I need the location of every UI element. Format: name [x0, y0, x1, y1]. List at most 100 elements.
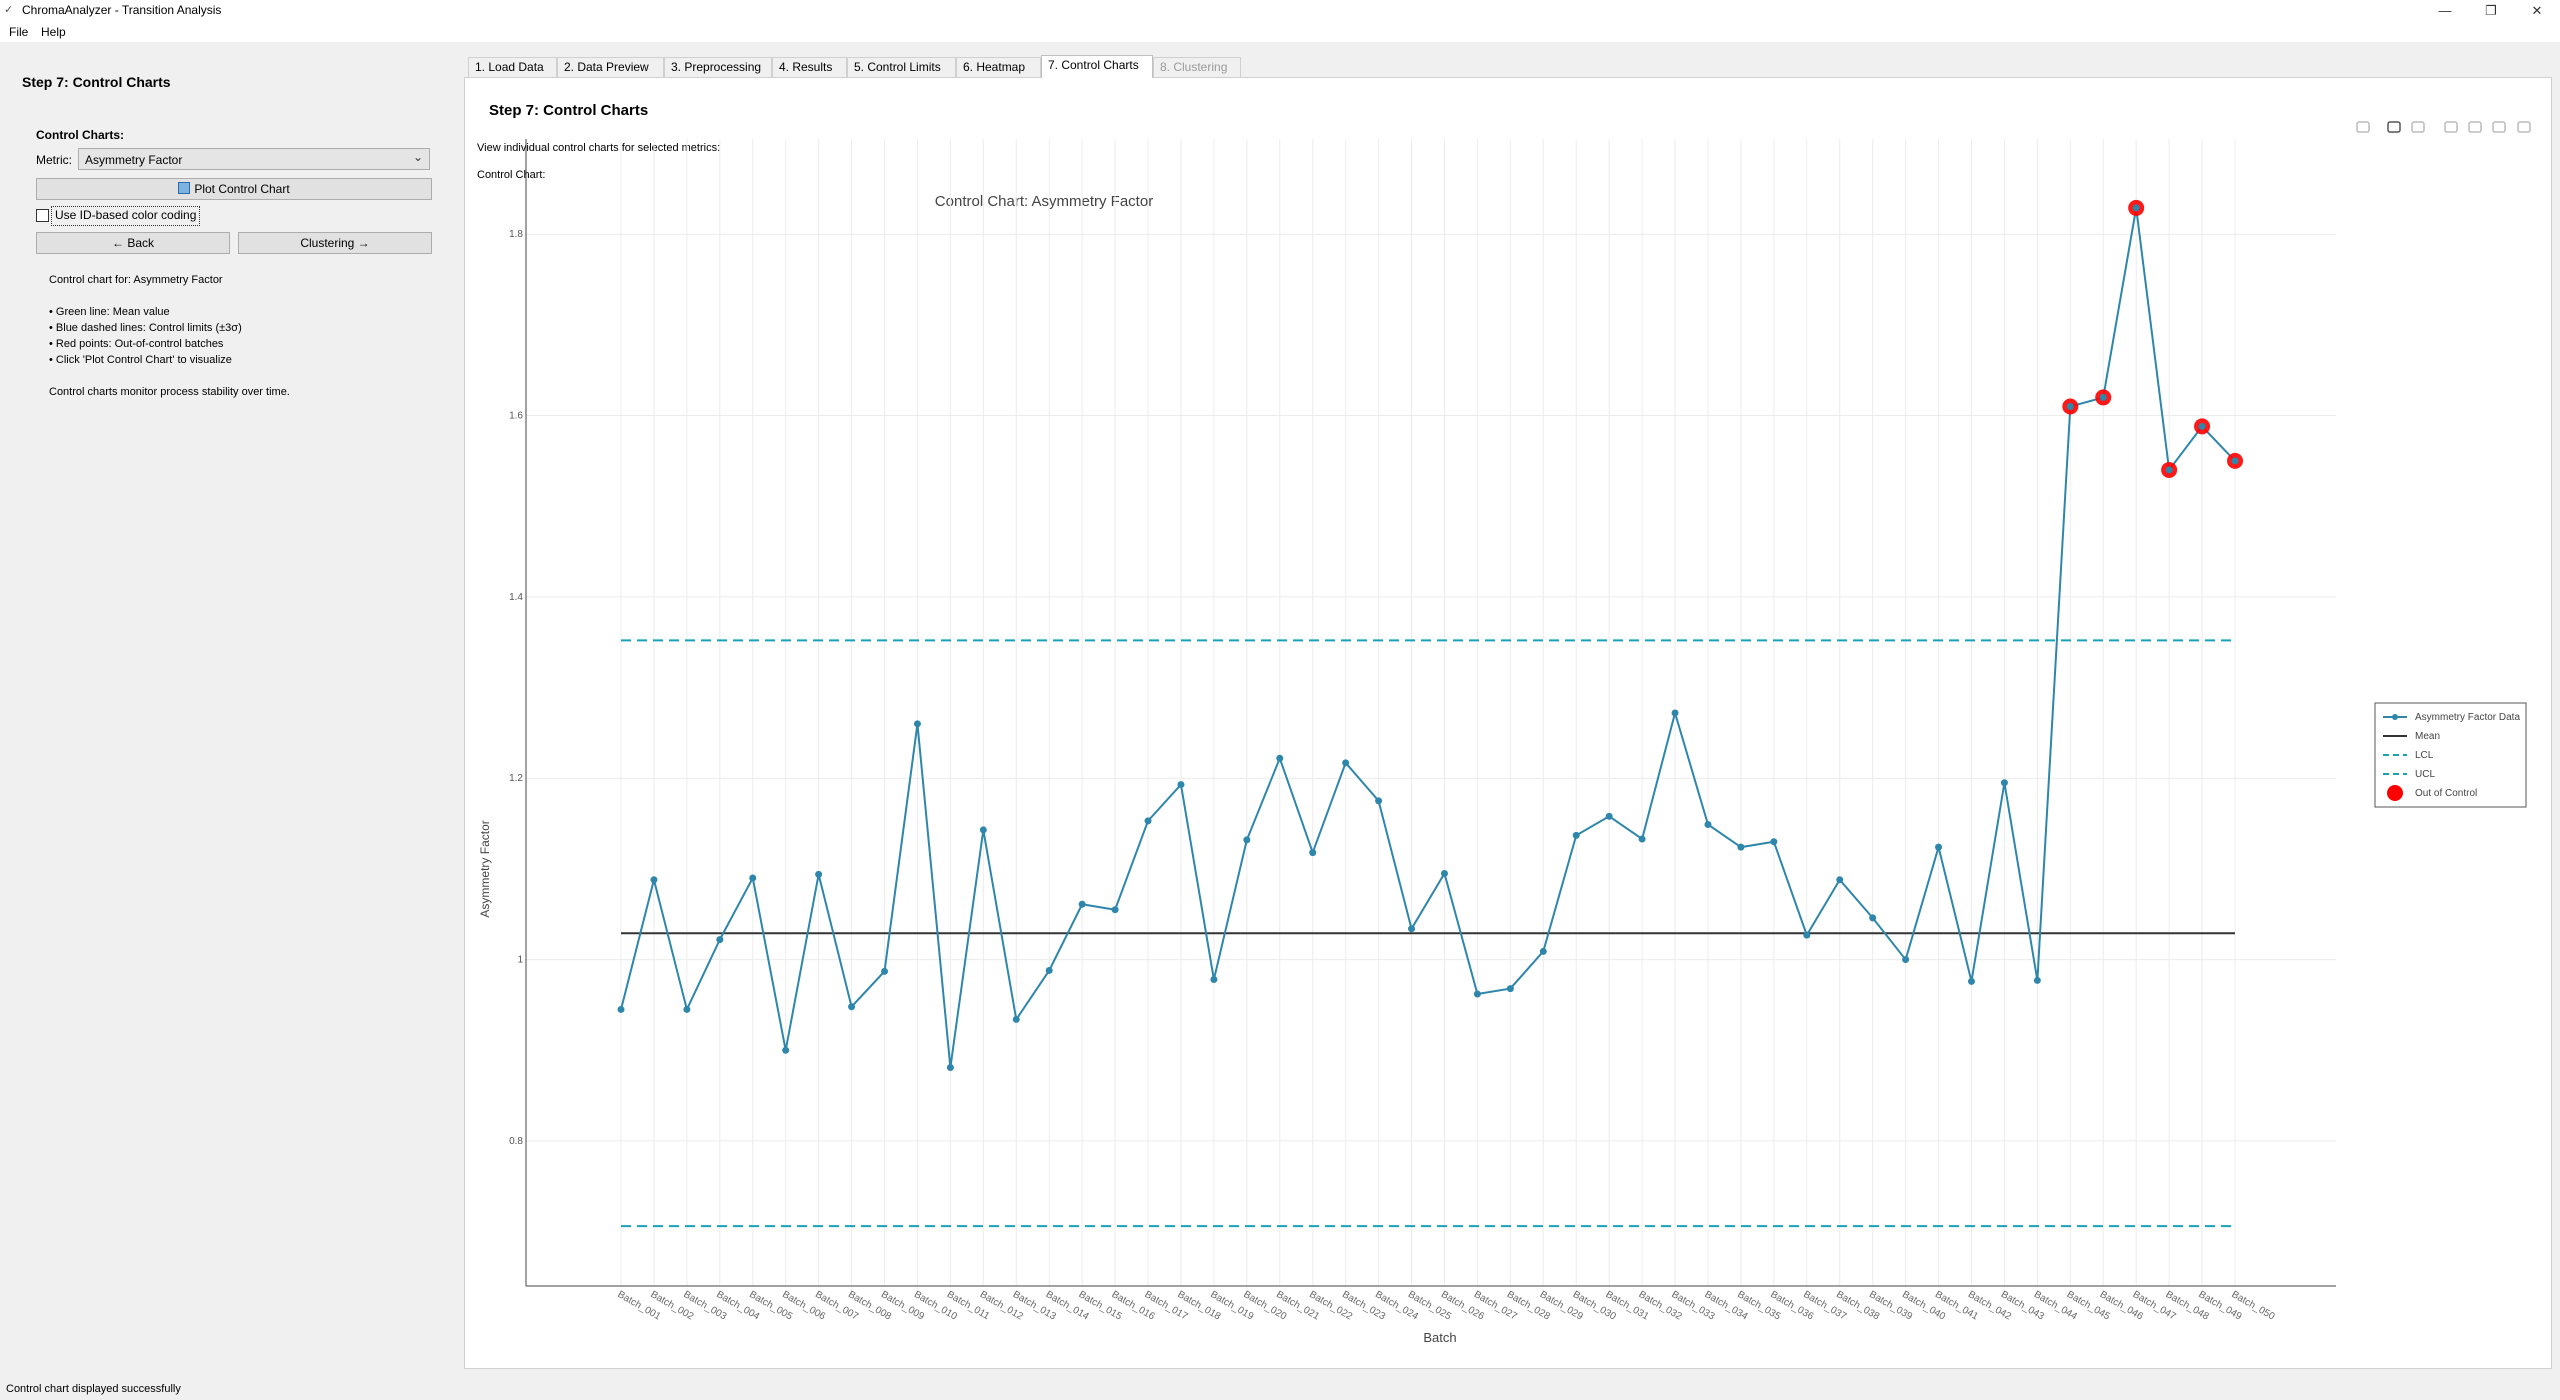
data-point — [1210, 976, 1218, 984]
chart-title: Control Chart: Asymmetry Factor — [935, 193, 1153, 210]
data-point — [1473, 990, 1481, 998]
tab-results[interactable]: 4. Results — [772, 57, 847, 77]
chart-icon — [178, 182, 191, 194]
out-of-control-point — [2165, 466, 2173, 474]
data-point — [650, 876, 658, 884]
metric-select[interactable]: Asymmetry Factor ⌄ — [78, 148, 430, 170]
restore-icon[interactable]: ❐ — [2468, 0, 2514, 22]
tab-data-preview[interactable]: 2. Data Preview — [557, 57, 664, 77]
plot-control-chart-button[interactable]: Plot Control Chart — [36, 178, 432, 200]
close-icon[interactable]: ✕ — [2514, 0, 2560, 22]
data-point — [1967, 977, 1975, 985]
autoscale-icon[interactable] — [2492, 121, 2506, 133]
control-charts-label: Control Charts: — [36, 128, 124, 142]
box-select-icon[interactable] — [2411, 121, 2425, 133]
data-point — [1408, 925, 1416, 933]
data-point — [683, 1005, 691, 1013]
data-point — [1638, 835, 1646, 843]
metric-label: Metric: — [36, 153, 72, 167]
camera-icon[interactable] — [2356, 121, 2370, 133]
info-line-chart-for: Control chart for: Asymmetry Factor — [49, 274, 223, 286]
control-charts-panel: Step 7: Control Charts View individual c… — [464, 77, 2552, 1369]
metric-select-value: Asymmetry Factor — [85, 153, 183, 167]
tab-control-charts[interactable]: 7. Control Charts — [1041, 55, 1153, 78]
data-point — [881, 967, 889, 975]
data-point — [1144, 817, 1152, 825]
back-button[interactable]: ← Back — [36, 232, 230, 254]
plot-control-chart-label: Plot Control Chart — [194, 182, 290, 196]
data-point — [1012, 1015, 1020, 1023]
id-color-coding-checkbox[interactable] — [36, 209, 49, 222]
data-point — [1737, 843, 1745, 851]
info-line-red-points: • Red points: Out-of-control batches — [49, 338, 224, 350]
tab-load-data[interactable]: 1. Load Data — [468, 57, 557, 77]
tab-control-limits[interactable]: 5. Control Limits — [847, 57, 956, 77]
data-series-line — [620, 207, 2236, 1068]
control-chart[interactable]: Control Chart: Asymmetry Factor 0.8 1 1.2 1.… — [465, 78, 2551, 1368]
legend-label: Out of Control — [2415, 788, 2477, 799]
zoom-out-icon[interactable] — [2468, 121, 2482, 133]
legend-label: UCL — [2415, 769, 2435, 780]
home-icon[interactable] — [2517, 121, 2531, 133]
window-title: ChromaAnalyzer - Transition Analysis — [22, 3, 222, 17]
data-point — [913, 720, 921, 728]
app-icon: ✓ — [4, 4, 14, 16]
step-title: Step 7: Control Charts — [22, 74, 171, 90]
data-point — [1177, 781, 1185, 789]
out-of-control-point — [2132, 204, 2140, 212]
out-of-control-point — [2231, 457, 2239, 465]
data-point — [1539, 947, 1547, 955]
status-text: Control chart displayed successfully — [6, 1383, 181, 1395]
y-axis-title: Asymmetry Factor — [478, 820, 492, 917]
legend-label: LCL — [2415, 750, 2434, 761]
data-point — [2000, 779, 2008, 787]
menu-file[interactable]: File — [9, 25, 28, 39]
data-point — [1506, 985, 1514, 993]
info-line-mean: • Green line: Mean value — [49, 306, 170, 318]
data-point — [979, 826, 987, 834]
data-point — [1243, 836, 1251, 844]
data-point — [2033, 976, 2041, 984]
tab-preprocessing[interactable]: 3. Preprocessing — [664, 57, 772, 77]
y-tick-label: 1.2 — [509, 773, 523, 784]
info-line-click: • Click 'Plot Control Chart' to visualiz… — [49, 354, 232, 366]
data-point — [1309, 849, 1317, 857]
info-line-limits: • Blue dashed lines: Control limits (±3σ… — [49, 322, 242, 334]
y-tick-label: 0.8 — [509, 1136, 523, 1147]
y-tick-label: 1.6 — [509, 411, 523, 422]
x-axis-title: Batch — [1423, 1330, 1456, 1345]
data-point — [1276, 754, 1284, 762]
y-tick-label: 1.4 — [509, 592, 523, 603]
minimize-icon[interactable]: — — [2422, 0, 2468, 22]
legend-swatch-out-of-control — [2387, 785, 2403, 801]
legend-label: Mean — [2415, 731, 2440, 742]
info-line-monitor: Control charts monitor process stability… — [49, 386, 290, 398]
menu-help[interactable]: Help — [41, 25, 66, 39]
legend-swatch-data-marker — [2392, 714, 2398, 720]
menu-bar: File Help — [0, 22, 2560, 42]
data-point — [1342, 759, 1350, 767]
id-color-coding-label[interactable]: Use ID-based color coding — [51, 206, 201, 226]
data-point — [1935, 843, 1943, 851]
title-bar: ✓ ChromaAnalyzer - Transition Analysis —… — [0, 0, 2560, 22]
left-panel: Step 7: Control Charts Control Charts: M… — [0, 42, 460, 1372]
data-point — [1803, 931, 1811, 939]
clustering-button[interactable]: Clustering → — [238, 232, 432, 254]
legend-label: Asymmetry Factor Data — [2415, 712, 2520, 723]
chevron-down-icon: ⌄ — [412, 150, 423, 164]
data-point — [848, 1003, 856, 1011]
data-point — [1078, 900, 1086, 908]
out-of-control-point — [2099, 393, 2107, 401]
data-point — [1869, 914, 1877, 922]
data-point — [946, 1063, 954, 1071]
data-point — [716, 936, 724, 944]
zoom-in-icon[interactable] — [2444, 121, 2458, 133]
data-point — [749, 874, 757, 882]
data-point — [1045, 966, 1053, 974]
data-point — [1111, 906, 1119, 914]
data-point — [1671, 709, 1679, 717]
tab-heatmap[interactable]: 6. Heatmap — [956, 57, 1041, 77]
zoom-icon[interactable] — [2387, 121, 2401, 133]
data-point — [1440, 869, 1448, 877]
data-point — [617, 1005, 625, 1013]
